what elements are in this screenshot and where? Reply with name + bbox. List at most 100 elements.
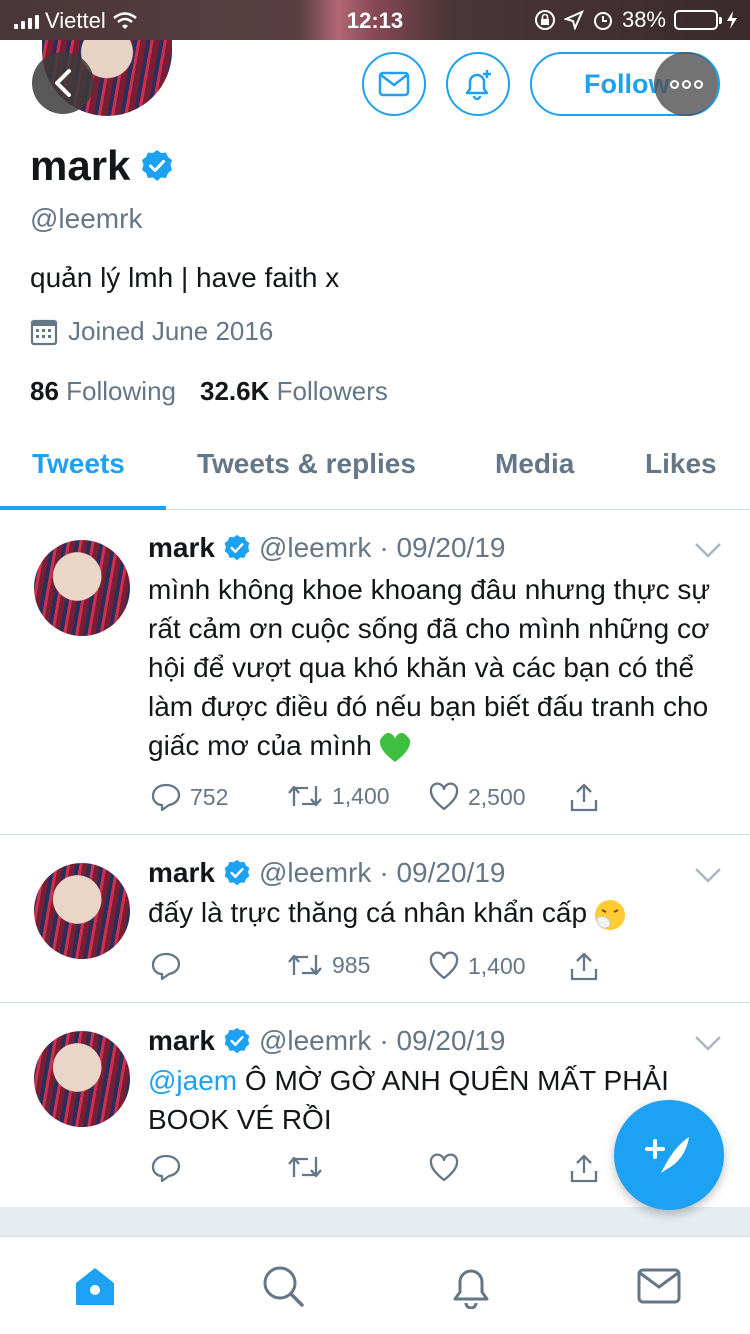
tweet-body: mình không khoe khoang đâu nhưng thực sự… <box>148 574 711 761</box>
search-icon[interactable] <box>260 1263 306 1309</box>
retweet-icon <box>288 1156 322 1178</box>
tweet-avatar[interactable] <box>34 863 130 959</box>
retweet-icon <box>288 954 322 976</box>
tweet-date: · 09/20/19 <box>379 1025 506 1056</box>
followers-stat[interactable]: 32.6K Followers <box>200 376 388 407</box>
messages-icon[interactable] <box>636 1263 682 1309</box>
followers-label: Followers <box>276 376 388 406</box>
notifications-icon[interactable] <box>448 1263 494 1309</box>
tweet-header: mark @leemrk · 09/20/19 <box>148 532 505 564</box>
reply-action[interactable]: 752 <box>150 782 228 812</box>
more-icon <box>669 79 679 89</box>
like-icon <box>429 951 459 980</box>
tab-media[interactable]: Media <box>495 448 574 480</box>
tweet-actions: 985 1,400 <box>150 951 610 987</box>
location-icon <box>563 10 584 30</box>
retweet-action[interactable]: 1,400 <box>286 782 390 810</box>
mail-icon <box>378 71 410 97</box>
status-icons: 38% <box>534 7 738 33</box>
tab-likes[interactable]: Likes <box>645 448 717 480</box>
tweet-mention-link[interactable]: @jaem <box>148 1065 237 1096</box>
tweet-actions <box>150 1153 610 1189</box>
tab-tweets-replies[interactable]: Tweets & replies <box>197 448 416 480</box>
back-arrow-icon <box>55 69 71 97</box>
tweet-text: @jaem Ô MỜ GỜ ANH QUÊN MẤT PHẢI BOOK VÉ … <box>148 1061 693 1139</box>
share-action[interactable] <box>568 782 600 814</box>
bottom-navigation <box>0 1236 750 1334</box>
tweet-text: đấy là trực thăng cá nhân khẩn cấp <box>148 893 728 932</box>
timeline-end-band <box>0 1207 750 1237</box>
home-icon[interactable] <box>72 1263 118 1309</box>
like-count: 1,400 <box>468 952 526 979</box>
share-action[interactable] <box>568 951 600 983</box>
reply-icon <box>151 952 181 981</box>
share-icon <box>570 783 598 812</box>
retweet-action[interactable] <box>286 1153 324 1181</box>
following-stat[interactable]: 86 Following <box>30 376 176 407</box>
like-count: 2,500 <box>468 783 526 810</box>
alarm-icon <box>593 12 612 30</box>
tweet-avatar[interactable] <box>34 540 130 636</box>
charging-icon <box>727 11 737 29</box>
share-icon <box>570 1154 598 1183</box>
tweet[interactable]: mark @leemrk · 09/20/19 đấy là trực thăn… <box>0 835 750 1003</box>
status-bar: Viettel 12:13 38% <box>0 0 750 40</box>
tab-tweets[interactable]: Tweets <box>32 448 125 480</box>
share-action[interactable] <box>568 1153 600 1185</box>
retweet-icon <box>288 785 322 807</box>
joined-date: Joined June 2016 <box>68 316 274 346</box>
verified-badge-icon <box>224 1027 250 1054</box>
profile-handle: @leemrk <box>30 203 143 234</box>
verified-badge-icon <box>224 859 250 886</box>
profile-tabs: Tweets Tweets & replies Media Likes <box>0 420 750 510</box>
reply-icon <box>151 783 181 812</box>
like-action[interactable] <box>428 1153 460 1183</box>
chevron-down-icon[interactable] <box>694 865 722 885</box>
tweet-author-name: mark <box>148 857 215 888</box>
verified-badge-icon <box>142 150 173 181</box>
verified-badge-icon <box>224 534 250 561</box>
reply-action[interactable] <box>150 1153 182 1183</box>
like-icon <box>429 1153 459 1182</box>
following-count: 86 <box>30 376 59 406</box>
tweet-handle: @leemrk <box>258 1025 372 1056</box>
notify-button[interactable] <box>446 52 510 116</box>
tweet-text: mình không khoe khoang đâu nhưng thực sự… <box>148 570 728 765</box>
share-icon <box>570 952 598 981</box>
tweet-author-name: mark <box>148 1025 215 1056</box>
tweet-author-name: mark <box>148 532 215 563</box>
retweet-count: 1,400 <box>332 782 390 809</box>
tweet-actions: 752 1,400 2,500 <box>150 782 610 818</box>
retweet-count: 985 <box>332 951 371 978</box>
message-button[interactable] <box>362 52 426 116</box>
following-label: Following <box>66 376 176 406</box>
like-icon <box>429 782 459 811</box>
reply-count: 752 <box>190 783 229 810</box>
green-heart-icon <box>379 732 410 762</box>
profile-name-row: mark <box>30 142 174 190</box>
bell-plus-icon <box>465 70 491 101</box>
compose-tweet-button[interactable] <box>614 1100 724 1210</box>
more-button[interactable] <box>654 52 718 116</box>
tweet-header: mark @leemrk · 09/20/19 <box>148 1025 505 1057</box>
tweet-date: · 09/20/19 <box>379 532 506 563</box>
retweet-action[interactable]: 985 <box>286 951 370 979</box>
compose-tweet-icon <box>645 1137 689 1173</box>
tweet-avatar[interactable] <box>34 1031 130 1127</box>
rotation-lock-icon <box>534 10 555 30</box>
battery-icon <box>674 10 722 30</box>
tweet-date: · 09/20/19 <box>379 857 506 888</box>
followers-count: 32.6K <box>199 376 270 406</box>
sneezing-face-icon <box>595 899 626 930</box>
reply-action[interactable] <box>150 951 190 981</box>
like-action[interactable]: 2,500 <box>428 782 526 812</box>
back-button[interactable] <box>32 52 94 114</box>
chevron-down-icon[interactable] <box>694 1033 722 1053</box>
tweet[interactable]: mark @leemrk · 09/20/19 mình không khoe … <box>0 510 750 835</box>
profile-name: mark <box>30 142 131 189</box>
tweet-handle: @leemrk <box>258 532 372 563</box>
battery-percent: 38% <box>621 7 666 32</box>
chevron-down-icon[interactable] <box>694 540 722 560</box>
calendar-icon <box>30 319 58 345</box>
like-action[interactable]: 1,400 <box>428 951 526 981</box>
